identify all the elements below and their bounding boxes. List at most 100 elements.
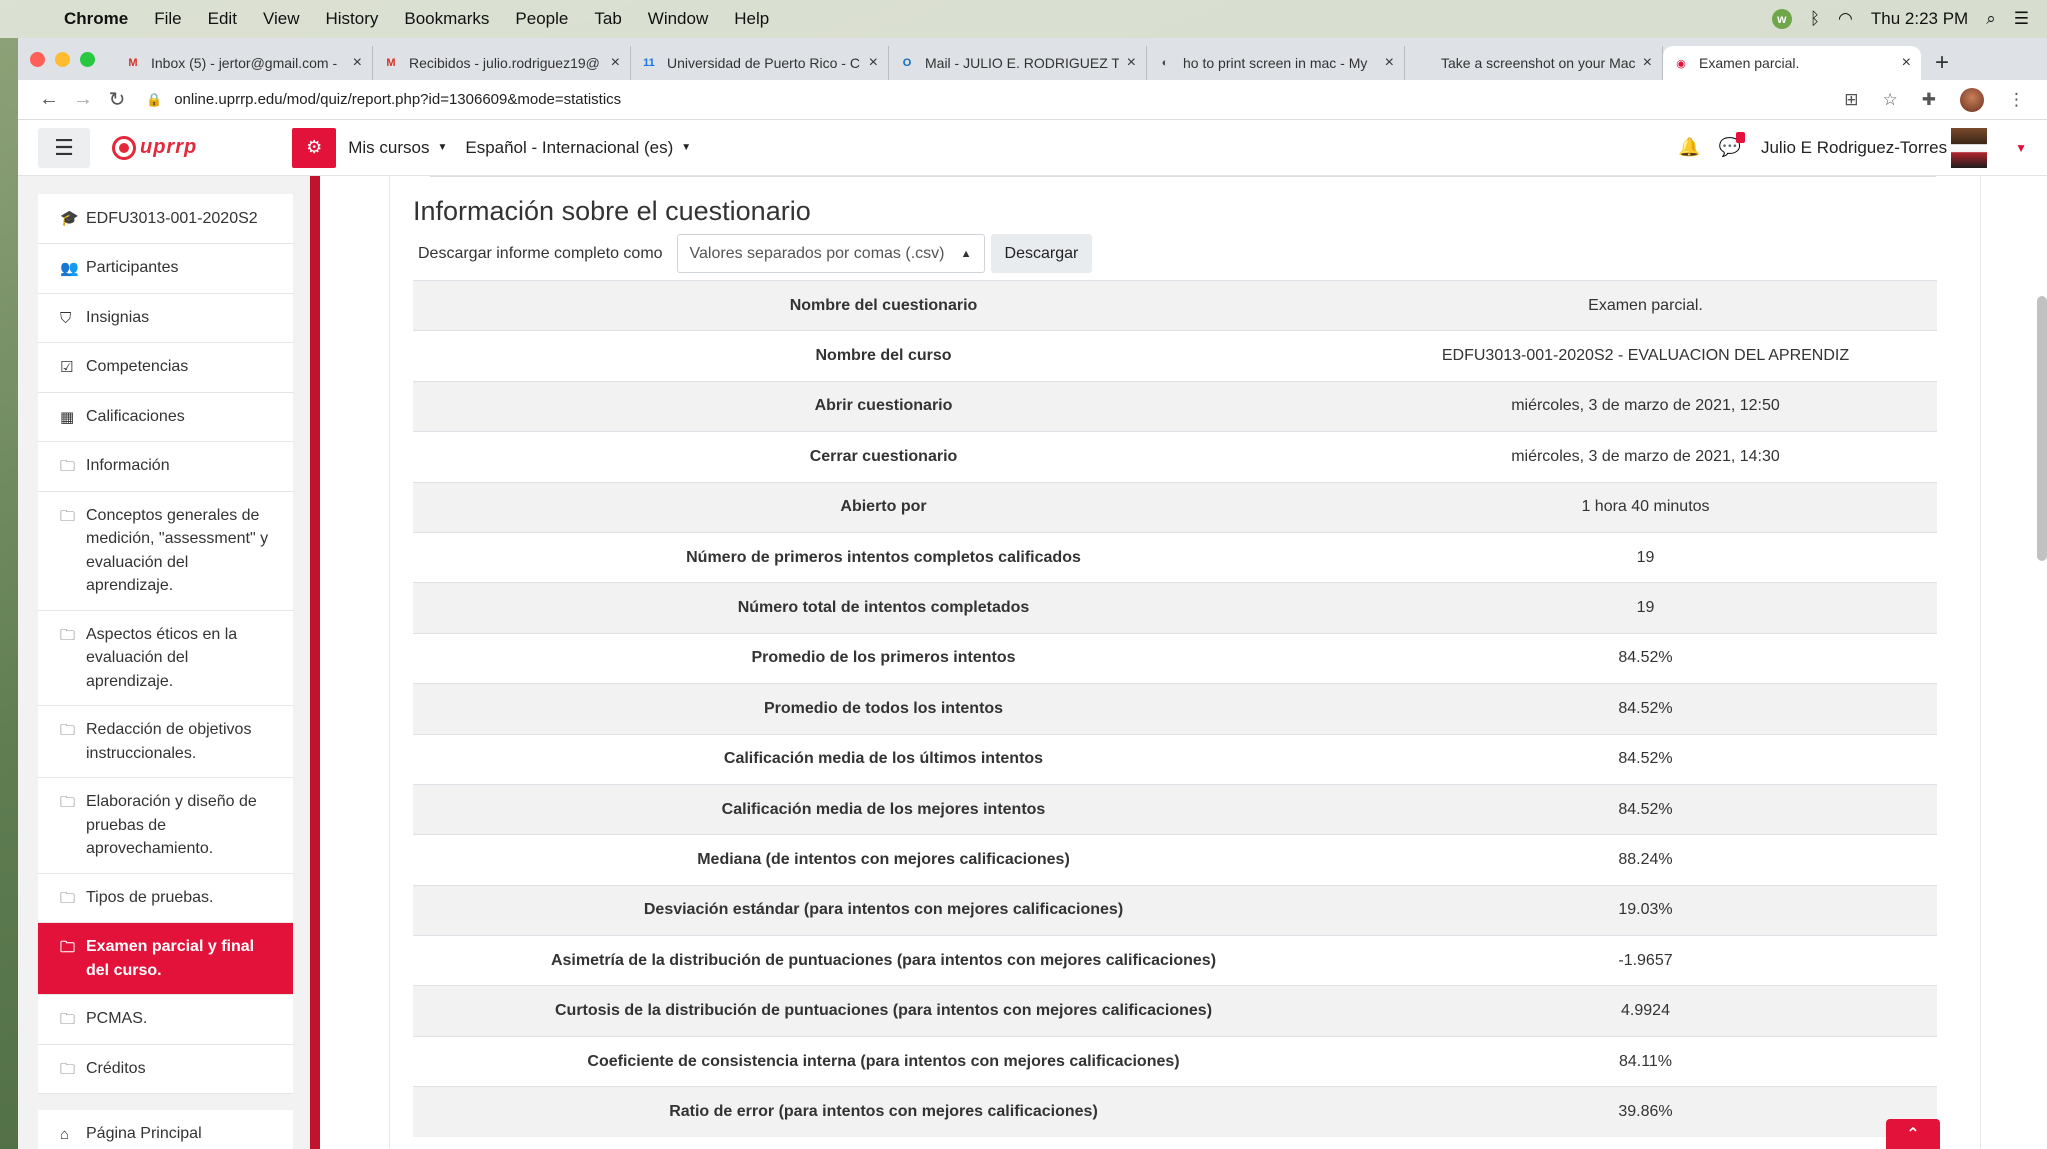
row-value: 4.9924 [1354, 985, 1937, 1037]
tab-close-icon[interactable]: × [611, 54, 620, 72]
back-to-top-button[interactable]: ⌃ [1886, 1119, 1940, 1149]
table-row: Abrir cuestionario miércoles, 3 de marzo … [413, 380, 1937, 432]
bookmark-star-icon[interactable]: ☆ [1883, 90, 1898, 110]
drawer-item-label: Competencias [86, 358, 189, 375]
drawer-item-label: Aspectos éticos en la evaluación del apr… [86, 625, 238, 690]
tab-close-icon[interactable]: × [1127, 54, 1136, 72]
tab-close-icon[interactable]: × [353, 54, 362, 72]
cogs-button[interactable]: ⚙ [292, 127, 337, 168]
table-row: Nombre del cuestionario Examen parcial. [413, 279, 1937, 331]
tab-close-icon[interactable]: × [1643, 54, 1652, 72]
new-tab-button[interactable]: + [1935, 46, 1949, 80]
drawer-item[interactable]: 🗀 Información [38, 442, 293, 492]
drawer-item[interactable]: 🗀 Elaboración y diseño de pruebas de apro… [38, 778, 293, 874]
drawer-item[interactable]: 🗀 Examen parcial y final del curso. [38, 923, 293, 995]
moodle-navbar: ☰ uprrp ⚙ Mis cursos ▼ Español - Interna… [18, 120, 2047, 176]
extensions-puzzle-icon[interactable]: ✚ [1922, 90, 1936, 110]
tab-close-icon[interactable]: × [869, 54, 878, 72]
drawer-item[interactable]: 🗀 Redacción de objetivos instruccionales. [38, 706, 293, 778]
drawer-item[interactable]: 👥 Participantes [38, 244, 293, 294]
quiz-info-table: Nombre del cuestionario Examen parcial. No… [413, 279, 1937, 1138]
menu-window[interactable]: Window [648, 9, 708, 29]
drawer-item-label: Insignias [86, 308, 150, 326]
w-status-icon[interactable]: w [1771, 9, 1792, 29]
menubar-clock[interactable]: Thu 2:23 PM [1871, 9, 1968, 29]
download-label: Descargar informe completo como [418, 244, 663, 262]
tab-close-icon[interactable]: × [1902, 54, 1911, 72]
back-arrow-icon[interactable]: ← [32, 88, 66, 111]
drawer-item[interactable]: 🗀 Tipos de pruebas. [38, 873, 293, 923]
users-icon: 👥 [60, 260, 79, 277]
wifi-icon[interactable]: ◠ [1838, 9, 1853, 29]
drawer-item[interactable]: 🗀 Conceptos generales de medición, "asses… [38, 491, 293, 611]
menu-help[interactable]: Help [734, 9, 769, 29]
menu-tab[interactable]: Tab [594, 9, 621, 29]
row-value: 84.52% [1354, 683, 1937, 735]
row-value: 19 [1354, 582, 1937, 634]
site-logo[interactable]: uprrp [112, 135, 197, 160]
tab-favicon-icon: M [386, 57, 396, 69]
download-button[interactable]: Descargar [990, 234, 1093, 273]
drawer-item[interactable]: 🗀 Aspectos éticos en la evaluación del ap… [38, 610, 293, 706]
tab-favicon-icon [1415, 55, 1431, 71]
user-menu-caret-icon[interactable]: ▼ [2015, 141, 2027, 155]
download-format-select[interactable]: Valores separados por comas (.csv) ▲ [676, 234, 985, 273]
row-value: EDFU3013-001-2020S2 - EVALUACION DEL APR… [1354, 330, 1937, 382]
user-menu-name[interactable]: Julio E Rodriguez-Torres [1761, 138, 1947, 158]
browser-tab[interactable]: Take a screenshot on your Mac × [1405, 46, 1663, 80]
row-label: Cerrar cuestionario [413, 431, 1354, 483]
close-window-button[interactable] [30, 51, 45, 67]
bell-icon[interactable]: 🔔 [1678, 137, 1700, 158]
drawer-item[interactable]: ⌂ Página Principal [38, 1110, 293, 1149]
folder-icon: 🗀 [60, 1060, 76, 1078]
browser-tab[interactable]: O Mail - JULIO E. RODRIGUEZ TO × [889, 46, 1147, 80]
drawer-item[interactable]: 🗀 Créditos [38, 1044, 293, 1094]
drawer-item[interactable]: ☑ Competencias [38, 343, 293, 393]
translate-icon[interactable]: ⊞ [1844, 90, 1858, 110]
language-menu[interactable]: Español - Internacional (es) ▼ [465, 138, 691, 158]
notification-center-icon[interactable]: ☰ [2014, 9, 2029, 29]
browser-tab[interactable]: ◉ Examen parcial. × [1663, 46, 1921, 80]
row-label: Abierto por [413, 481, 1354, 533]
user-avatar[interactable] [1951, 127, 1988, 168]
my-courses-menu[interactable]: Mis cursos ▼ [348, 138, 447, 158]
drawer-item-label: EDFU3013-001-2020S2 [86, 209, 258, 227]
url-field[interactable]: 🔒 online.uprrp.edu/mod/quiz/report.php?i… [146, 91, 1844, 108]
drawer-item[interactable]: 🎓 EDFU3013-001-2020S2 [38, 194, 293, 244]
browser-tab[interactable]: 11 Universidad de Puerto Rico - C × [631, 46, 889, 80]
menu-people[interactable]: People [515, 9, 568, 29]
tab-close-icon[interactable]: × [1385, 54, 1394, 72]
drawer-item[interactable]: ▦ Calificaciones [38, 392, 293, 442]
drawer-item[interactable]: ⛉ Insignias [38, 293, 293, 343]
spotlight-search-icon[interactable]: ⌕ [1986, 9, 1996, 29]
forward-arrow-icon[interactable]: → [66, 88, 100, 111]
drawer-toggle-button[interactable]: ☰ [38, 127, 90, 168]
drawer-item[interactable]: 🗀 PCMAS. [38, 995, 293, 1045]
reload-icon[interactable]: ↻ [100, 87, 134, 112]
table-row: Promedio de todos los intentos 84.52% [413, 683, 1937, 735]
chrome-menu-icon[interactable]: ⋮ [2008, 90, 2025, 110]
download-format-value: Valores separados por comas (.csv) [689, 244, 945, 262]
minimize-window-button[interactable] [55, 51, 70, 67]
menu-history[interactable]: History [325, 9, 378, 29]
drawer-item-label: Examen parcial y final del curso. [86, 938, 255, 979]
cogs-icon: ⚙ [306, 137, 323, 157]
menu-edit[interactable]: Edit [208, 9, 237, 29]
zoom-window-button[interactable] [80, 51, 95, 67]
folder-icon: 🗀 [60, 889, 76, 907]
menu-view[interactable]: View [263, 9, 300, 29]
page-scrollbar[interactable] [2037, 296, 2047, 561]
menu-bookmarks[interactable]: Bookmarks [404, 9, 489, 29]
bluetooth-icon[interactable]: ᛒ [1810, 9, 1820, 29]
menu-app-name[interactable]: Chrome [64, 9, 128, 29]
browser-tab[interactable]: M Recibidos - julio.rodriguez19@ × [373, 46, 631, 80]
browser-tab[interactable]: M Inbox (5) - jertor@gmail.com - × [115, 46, 373, 80]
table-row: Número de primeros intentos completos ca… [413, 531, 1937, 583]
chrome-profile-avatar[interactable] [1960, 87, 1984, 112]
language-label: Español - Internacional (es) [465, 137, 674, 157]
menu-file[interactable]: File [154, 9, 181, 29]
chat-bubble-icon[interactable]: 💬 [1719, 132, 1745, 158]
page-body: 🎓 EDFU3013-001-2020S2 👥 Participantes ⛉ Insig… [18, 176, 2047, 1149]
browser-tab[interactable]: ◐ ho to print screen in mac - My × [1147, 46, 1405, 80]
lock-icon[interactable]: 🔒 [146, 92, 162, 108]
